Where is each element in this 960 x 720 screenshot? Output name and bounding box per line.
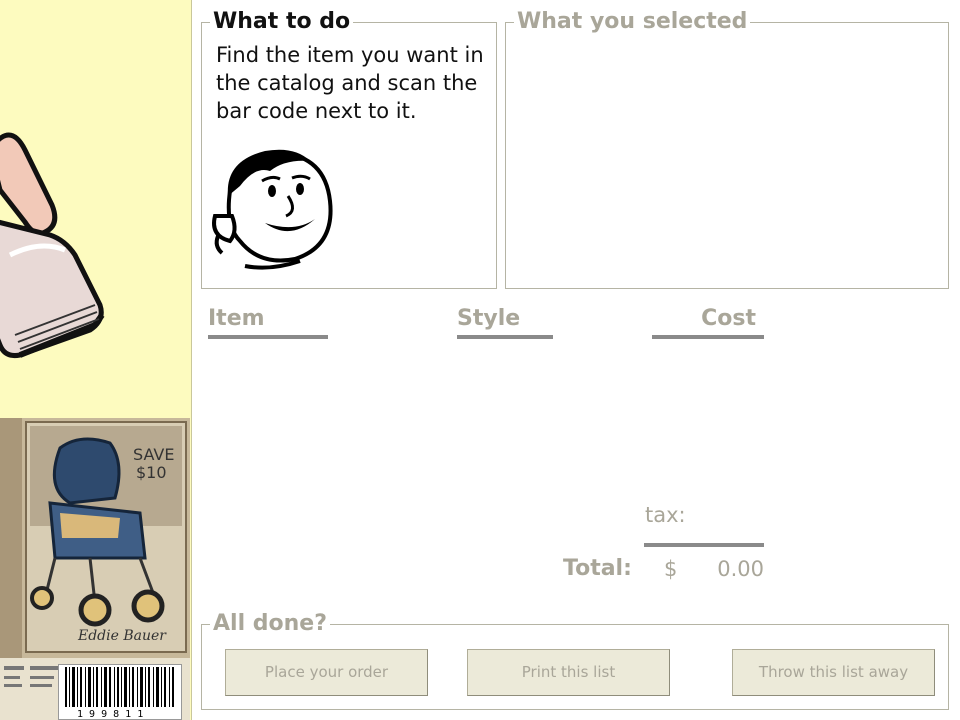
style-column-header: Style [457,306,553,339]
barcode: 1 9 9 8 1 1 [58,664,182,720]
catalog-sign-text: SAVE [133,445,174,464]
barcode-icon: 1 9 9 8 1 1 [65,667,174,720]
svg-text:Eddie Bauer: Eddie Bauer [77,628,167,644]
svg-text:$10: $10 [136,463,167,482]
what-you-selected-heading: What you selected [514,11,751,33]
what-you-selected-panel: What you selected [505,11,949,289]
what-to-do-heading: What to do [210,11,354,33]
total-value: 0.00 [717,557,764,581]
print-list-button[interactable]: Print this list [467,649,670,696]
cost-column-header: Cost [652,306,764,339]
total-label: Total: [563,556,632,581]
item-column-header: Item [208,306,328,339]
left-illustration-panel: SAVE $10 Eddie Bauer 1 9 9 8 1 1 [0,0,192,720]
cartoon-face-icon [212,149,333,270]
throw-list-away-button[interactable]: Throw this list away [732,649,935,696]
all-done-panel: All done? Place your order Print this li… [201,613,949,710]
total-divider [644,543,764,547]
currency-symbol: $ [664,557,678,581]
barcode-digits: 1 9 9 8 1 1 [77,709,143,719]
instructions-text: Find the item you want in the catalog an… [216,43,484,123]
barcode-scanner-icon [0,132,105,358]
what-to-do-panel: What to do Find the item you want in the… [201,11,497,289]
all-done-heading: All done? [210,613,330,635]
place-order-button[interactable]: Place your order [225,649,428,696]
tax-label: tax: [645,503,686,527]
